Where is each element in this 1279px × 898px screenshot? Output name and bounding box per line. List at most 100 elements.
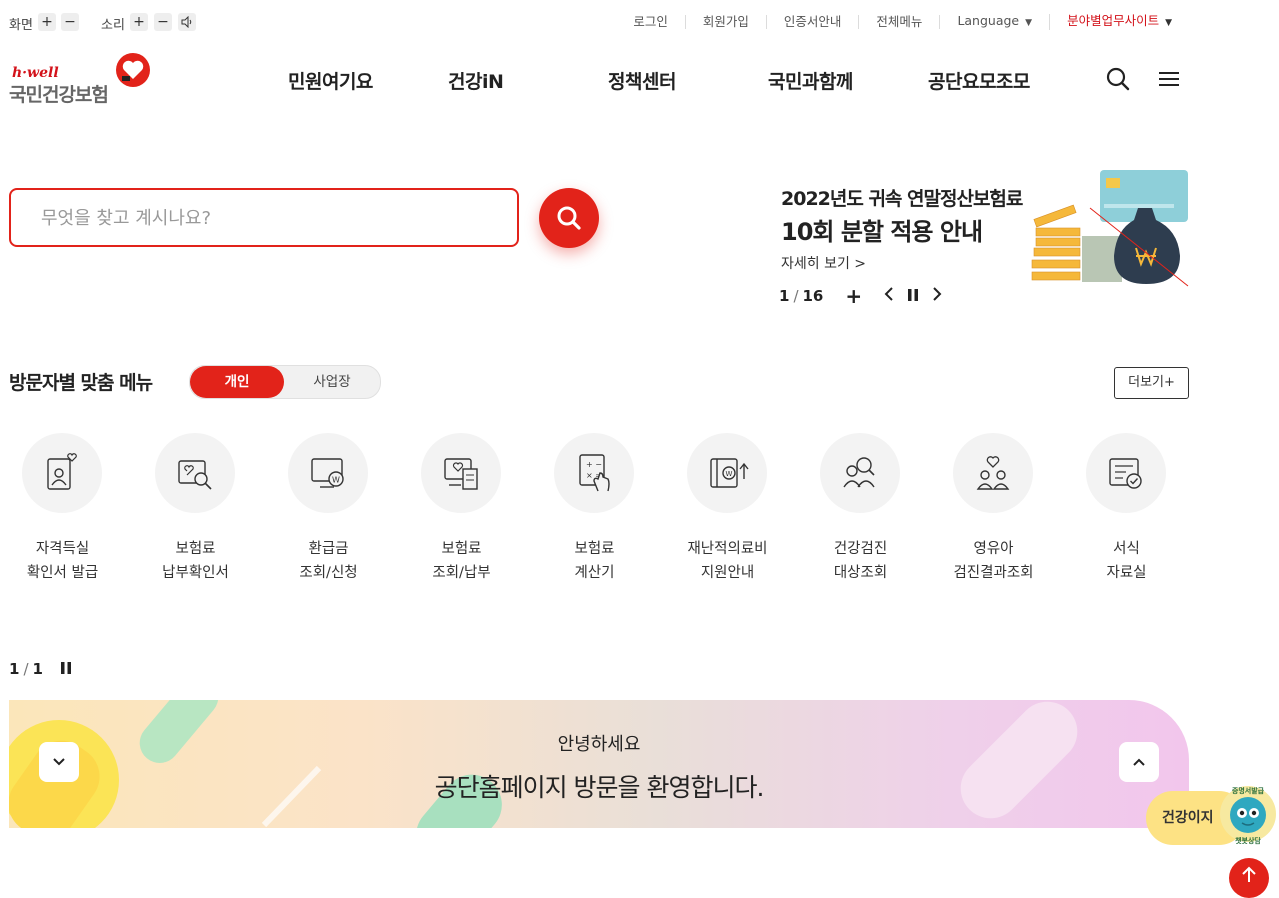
- menu-item-label: 환급금 조회/신청: [299, 541, 358, 581]
- visitor-menu-title: 방문자별 맞춤 메뉴: [9, 372, 153, 394]
- id-card-heart-icon: [47, 453, 77, 490]
- banner-prev-button[interactable]: [884, 287, 894, 305]
- menu-item-label: 자격득실 확인서 발급: [26, 541, 99, 581]
- menu-pager: 1 / 1: [9, 660, 71, 678]
- menu-item-label: 보험료 계산기: [574, 541, 615, 581]
- menu-pager-total: 1: [32, 660, 43, 678]
- chevron-right-icon: [933, 287, 942, 301]
- menu-item-icon-bg: [155, 433, 235, 513]
- heart-logo-icon: [116, 53, 150, 87]
- scroll-top-button[interactable]: [1229, 858, 1269, 898]
- menu-item-icon-bg: [953, 433, 1033, 513]
- nav-civil-service[interactable]: 민원여기요: [288, 67, 373, 94]
- chevron-up-icon: [1133, 758, 1145, 766]
- counter-separator: /: [793, 287, 799, 305]
- receipt-heart-icon: [444, 458, 478, 490]
- logo[interactable]: h·well 국민건강보험: [9, 52, 159, 108]
- banner-counter-current: 1: [779, 287, 790, 305]
- menu-item-icon-bg: [1086, 433, 1166, 513]
- chevron-down-icon: [53, 758, 65, 766]
- menu-item-calculator[interactable]: + − × = 보험료 계산기: [528, 433, 661, 593]
- menu-item-infant-checkup[interactable]: 영유아 검진결과조회: [927, 433, 1060, 593]
- banner-illustration: [1031, 170, 1189, 287]
- menu-item-label: 보험료 납부확인서: [162, 541, 229, 581]
- family-heart-icon: [976, 456, 1010, 490]
- menu-item-label: 서식 자료실: [1106, 541, 1147, 581]
- top-links: 로그인 회원가입 인증서안내 전체메뉴 Language ▼ 분야별업무사이트 ▼: [616, 14, 1189, 30]
- wallet-won-up-icon: W: [710, 458, 749, 488]
- hamburger-menu-button[interactable]: [1157, 66, 1185, 94]
- utility-bar: 화면 + − 소리 + − 로그인 회원가입 인증서안내 전체메뉴 Langua…: [0, 0, 1279, 44]
- calculator-hand-icon: + −× =: [579, 454, 610, 492]
- monitor-won-icon: W: [311, 458, 344, 488]
- welcome-collapse-button[interactable]: [1119, 742, 1159, 782]
- menu-item-label: 영유아 검진결과조회: [953, 541, 1034, 581]
- welcome-banner: 안녕하세요 공단홈페이지 방문을 환영합니다.: [9, 700, 1189, 828]
- chatbot-badge-top: 증명서발급: [1232, 786, 1265, 795]
- all-menu-link[interactable]: 전체메뉴: [859, 15, 941, 29]
- people-search-icon: [843, 457, 875, 488]
- language-dropdown[interactable]: Language ▼: [940, 13, 1051, 30]
- screen-zoom-in-button[interactable]: +: [38, 13, 56, 31]
- menu-item-premium-pay[interactable]: 보험료 조회/납부: [395, 433, 528, 593]
- search-input[interactable]: [39, 190, 503, 247]
- banner-pause-button[interactable]: [908, 287, 919, 305]
- menu-item-icon-bg: + − × =: [554, 433, 634, 513]
- svg-text:+ −: + −: [586, 460, 602, 469]
- banner-controls: 1 / 16 +: [779, 284, 942, 308]
- menu-item-forms[interactable]: 서식 자료실: [1060, 433, 1193, 593]
- certificate-guide-link[interactable]: 인증서안내: [767, 15, 860, 29]
- menu-item-checkup-target[interactable]: 건강검진 대상조회: [794, 433, 927, 593]
- menu-item-label: 재난적의료비 지원안내: [687, 541, 768, 581]
- tab-business[interactable]: 사업장: [284, 366, 380, 398]
- menu-item-refund[interactable]: W 환급금 조회/신청: [262, 433, 395, 593]
- biz-site-dropdown[interactable]: 분야별업무사이트 ▼: [1050, 14, 1189, 30]
- menu-pause-button[interactable]: [60, 660, 71, 678]
- search-submit-button[interactable]: [539, 188, 599, 248]
- speaker-icon[interactable]: [178, 13, 196, 31]
- menu-item-icon-bg: [421, 433, 501, 513]
- sound-up-button[interactable]: +: [130, 13, 148, 31]
- form-check-icon: [1109, 458, 1142, 489]
- nav-health-in[interactable]: 건강iN: [448, 67, 504, 94]
- nav-with-people[interactable]: 국민과함께: [768, 67, 853, 94]
- nav-about-nhis[interactable]: 공단요모조모: [928, 67, 1030, 94]
- banner-more-link[interactable]: 자세히 보기 >: [781, 253, 866, 273]
- menu-item-icon-bg: W: [687, 433, 767, 513]
- menu-item-label: 건강검진 대상조회: [833, 541, 888, 581]
- visitor-menu-more-button[interactable]: 더보기+: [1114, 367, 1189, 399]
- menu-item-catastrophic-medical[interactable]: W 재난적의료비 지원안내: [661, 433, 794, 593]
- welcome-expand-button[interactable]: [39, 742, 79, 782]
- menu-pager-current: 1: [9, 660, 20, 678]
- screen-zoom-out-button[interactable]: −: [61, 13, 79, 31]
- welcome-title: 공단홈페이지 방문을 환영합니다.: [434, 773, 765, 802]
- chatbot-badge-bottom: 챗봇상담: [1235, 836, 1261, 845]
- search-icon: [1106, 67, 1130, 91]
- chatbot-label: 건강이지: [1162, 810, 1214, 826]
- screen-size-label: 화면: [9, 18, 33, 33]
- nav-policy-center[interactable]: 정책센터: [608, 67, 676, 94]
- menu-item-qualification[interactable]: 자격득실 확인서 발급: [0, 433, 129, 593]
- login-link[interactable]: 로그인: [616, 15, 686, 29]
- search-icon: [557, 206, 581, 230]
- pause-icon: [60, 662, 71, 674]
- menu-item-icon-bg: [22, 433, 102, 513]
- svg-text:W: W: [332, 476, 340, 485]
- sound-down-button[interactable]: −: [154, 13, 172, 31]
- tab-personal[interactable]: 개인: [190, 366, 284, 398]
- welcome-decoration: [9, 700, 1078, 828]
- logo-brand-ko: 국민건강보험: [9, 84, 109, 106]
- menu-item-payment-cert[interactable]: 보험료 납부확인서: [129, 433, 262, 593]
- banner-plus-button[interactable]: +: [845, 284, 862, 308]
- join-link[interactable]: 회원가입: [686, 15, 767, 29]
- language-label: Language: [957, 13, 1020, 28]
- svg-text:W: W: [726, 470, 733, 478]
- chatbot-character-icon[interactable]: 증명서발급 챗봇상담: [1218, 779, 1278, 849]
- visitor-type-toggle: 개인 사업장: [189, 365, 381, 399]
- header-search-button[interactable]: [1105, 66, 1133, 94]
- banner-next-button[interactable]: [932, 287, 942, 305]
- menu-item-icon-bg: W: [288, 433, 368, 513]
- caret-down-icon: ▼: [1025, 18, 1033, 28]
- chevron-left-icon: [884, 287, 893, 301]
- logo-brand-en: h·well: [12, 65, 59, 81]
